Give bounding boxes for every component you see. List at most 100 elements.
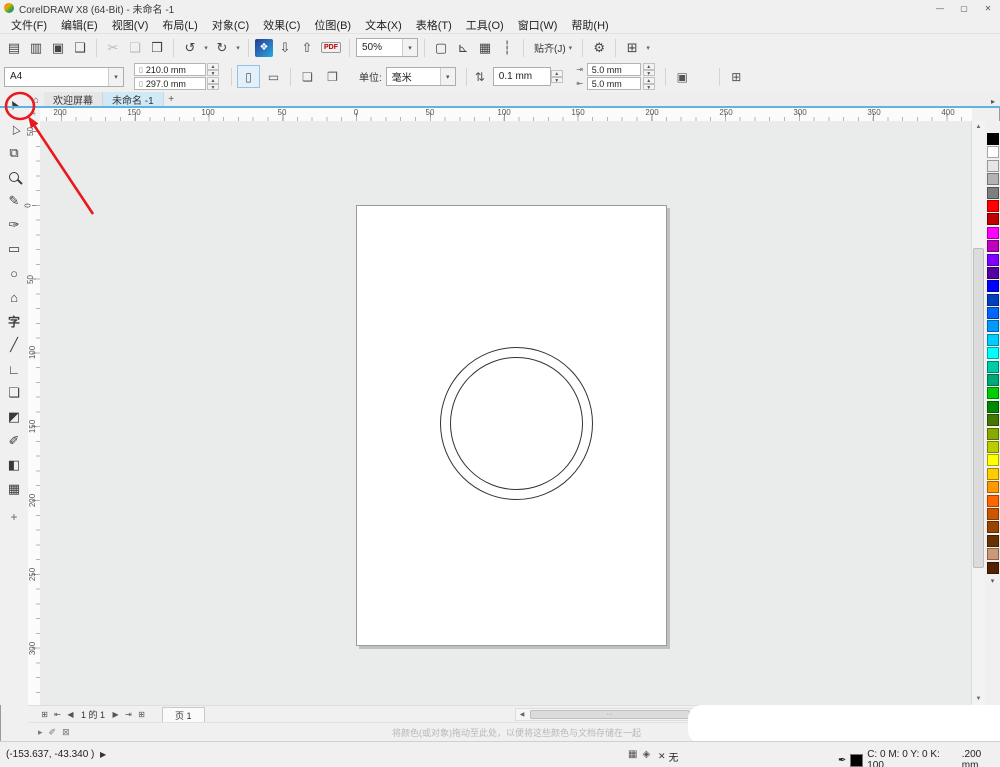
add-tool-button[interactable]: + [2,510,26,524]
snap-grid-status-icon[interactable]: ▦ [628,749,637,760]
ellipse-tool[interactable]: ○ [2,261,26,285]
shape-tool[interactable]: ▷ [2,117,26,141]
import-icon[interactable]: ⇩ [275,38,295,58]
first-page-icon[interactable]: ⇤ [51,710,64,719]
color-swatch[interactable] [986,159,999,172]
color-swatch[interactable] [986,534,999,547]
color-swatch[interactable] [986,507,999,520]
color-swatch[interactable] [986,226,999,239]
menu-item[interactable]: 位图(B) [307,17,358,33]
chevron-down-icon[interactable]: ▾ [402,39,417,56]
color-swatch[interactable] [986,307,999,320]
text-tool[interactable]: 字 [2,309,26,333]
units-select[interactable]: 毫米 ▾ [385,67,456,86]
add-page-right-icon[interactable]: ⊞ [135,710,148,719]
show-guidelines-icon[interactable]: ┆ [497,38,517,58]
vertical-scroll-thumb[interactable] [973,248,984,568]
undo-dropdown-icon[interactable]: ▾ [202,38,210,58]
pick-tool[interactable]: ➤ [2,93,26,117]
application-launcher-icon[interactable]: ⊞ [622,38,642,58]
color-swatch[interactable] [986,320,999,333]
snap-to-dropdown[interactable]: 贴齐(J) ▾ [530,38,576,57]
tab-untitled-1[interactable]: 未命名 -1 [103,92,164,107]
menu-item[interactable]: 编辑(E) [54,17,105,33]
treat-as-filled-button[interactable]: ▣ [671,65,694,88]
color-swatch[interactable] [986,440,999,453]
export-icon[interactable]: ⇧ [297,38,317,58]
color-swatch[interactable] [986,280,999,293]
tab-scroll-icon[interactable]: ▸ [986,97,1000,106]
color-swatch[interactable] [986,333,999,346]
color-swatch[interactable] [986,521,999,534]
duplicate-x-stepper[interactable]: ▲ ▼ [642,63,655,76]
status-play-icon[interactable]: ▶ [100,750,106,759]
close-button[interactable]: ✕ [976,0,1000,16]
color-swatch[interactable] [986,561,999,574]
page-height-stepper[interactable]: ▲ ▼ [207,77,219,90]
all-pages-button[interactable]: ❏ [296,65,319,88]
menu-item[interactable]: 视图(V) [105,17,156,33]
interactive-fill-tool[interactable]: ◧ [2,453,26,477]
drawing-canvas[interactable] [40,121,972,705]
fill-status[interactable]: ✕ 无 [658,749,679,764]
snap-object-status-icon[interactable]: ◈ [642,749,650,760]
color-swatch[interactable] [986,374,999,387]
color-swatch[interactable] [986,199,999,212]
vertical-scrollbar[interactable]: ▲ ▼ [971,121,985,705]
show-rulers-icon[interactable]: ⊾ [453,38,473,58]
rectangle-tool[interactable]: ▭ [2,237,26,261]
launcher-dropdown-icon[interactable]: ▾ [644,38,652,58]
color-swatch[interactable] [986,467,999,480]
color-swatch[interactable] [986,414,999,427]
menu-item[interactable]: 布局(L) [155,17,204,33]
menu-item[interactable]: 表格(T) [409,17,459,33]
color-swatch[interactable] [986,387,999,400]
home-icon[interactable]: ⌂ [28,95,44,106]
palette-eyedropper-icon[interactable]: ✐ [49,727,57,738]
color-swatch[interactable] [986,240,999,253]
polygon-tool[interactable]: ⌂ [2,285,26,309]
duplicate-y-field[interactable]: 5.0 mm [586,77,641,90]
nudge-distance-field[interactable]: 0.1 mm [492,67,551,86]
color-swatch[interactable] [986,360,999,373]
transparency-tool[interactable]: ◩ [2,405,26,429]
options-gear-icon[interactable]: ⚙ [589,38,609,58]
artistic-media-tool[interactable]: ✑ [2,213,26,237]
next-page-icon[interactable]: ▶ [109,710,122,719]
color-swatch[interactable] [986,347,999,360]
open-icon[interactable]: ▥ [26,38,46,58]
menu-item[interactable]: 帮助(H) [564,17,615,33]
color-swatch[interactable] [986,253,999,266]
parallel-dimension-tool[interactable]: ╱ [2,333,26,357]
color-eyedropper-tool[interactable]: ✐ [2,429,26,453]
outline-status[interactable]: ✒ C: 0 M: 0 Y: 0 K: 100 .200 mm [838,749,1000,767]
drop-shadow-tool[interactable]: ❏ [2,381,26,405]
scroll-up-icon[interactable]: ▲ [972,121,985,133]
publish-pdf-icon[interactable]: PDF [321,42,341,53]
scroll-down-icon[interactable]: ▼ [972,693,985,705]
last-page-icon[interactable]: ⇥ [122,710,135,719]
current-page-button[interactable]: ❐ [321,65,344,88]
menu-item[interactable]: 窗口(W) [511,17,565,33]
duplicate-x-field[interactable]: 5.0 mm [586,63,641,76]
color-swatch[interactable] [986,548,999,561]
horizontal-scroll-thumb[interactable]: ⋯ [530,710,690,719]
previous-page-icon[interactable]: ◀ [64,710,77,719]
color-swatch[interactable] [986,146,999,159]
page-width-stepper[interactable]: ▲ ▼ [207,63,219,76]
new-tab-button[interactable]: + [164,92,179,106]
color-swatch[interactable] [986,186,999,199]
chevron-down-icon[interactable]: ▾ [439,68,455,85]
color-swatch[interactable] [986,481,999,494]
menu-item[interactable]: 文本(X) [358,17,409,33]
color-swatch[interactable] [986,213,999,226]
zoom-level-select[interactable]: 50% ▾ [356,38,418,57]
tab-welcome-screen[interactable]: 欢迎屏幕 [44,92,103,107]
no-color-icon[interactable]: ⊠ [62,727,70,738]
menu-item[interactable]: 对象(C) [205,17,256,33]
add-page-left-icon[interactable]: ⊞ [38,710,51,719]
duplicate-y-stepper[interactable]: ▲ ▼ [642,77,655,90]
paste-icon[interactable]: ❒ [147,38,167,58]
color-swatch[interactable] [986,454,999,467]
palette-flyout-icon[interactable]: ▸ [38,727,43,738]
